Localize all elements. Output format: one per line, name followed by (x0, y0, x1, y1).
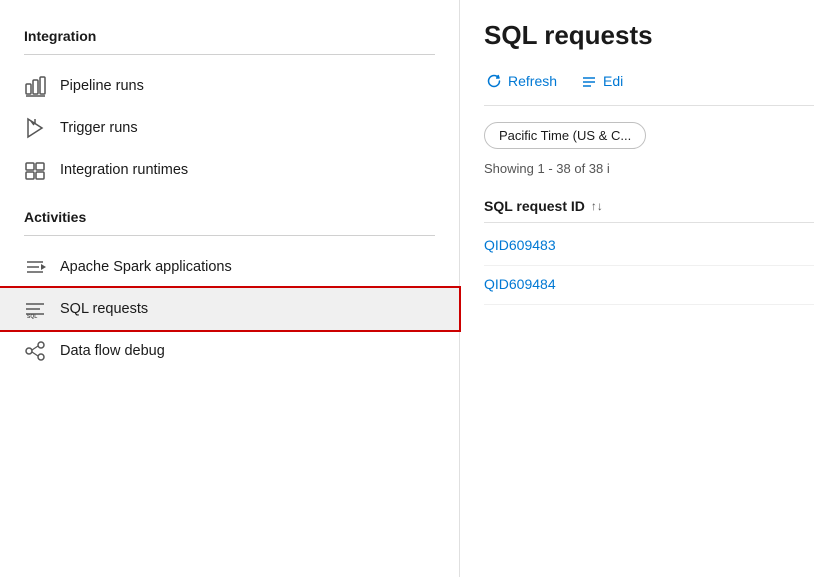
sidebar-section-activities: Activities Apache Spark applications (0, 201, 459, 372)
column-sql-request-id: SQL request ID (484, 198, 585, 214)
sort-icon[interactable]: ↑↓ (591, 199, 603, 213)
refresh-button[interactable]: Refresh (484, 69, 559, 93)
page-title: SQL requests (484, 20, 814, 51)
sidebar-item-apache-spark[interactable]: Apache Spark applications (0, 246, 459, 288)
sidebar-item-sql-requests[interactable]: SQL SQL requests (0, 288, 459, 330)
table-row: QID609484 (484, 266, 814, 305)
sidebar-item-data-flow-debug[interactable]: Data flow debug (0, 330, 459, 372)
toolbar: Refresh Edi (484, 69, 814, 106)
trigger-icon (24, 117, 46, 139)
spark-icon (24, 256, 46, 278)
sidebar-item-pipeline-runs[interactable]: Pipeline runs (0, 65, 459, 107)
sidebar-item-label-pipeline-runs: Pipeline runs (60, 78, 144, 94)
sidebar-section-integration: Integration Pipeline runs (0, 20, 459, 191)
sidebar-item-label-apache-spark: Apache Spark applications (60, 259, 232, 275)
table-row: QID609483 (484, 227, 814, 266)
edit-icon (581, 73, 597, 89)
sidebar-item-integration-runtimes[interactable]: Integration runtimes (0, 149, 459, 191)
refresh-icon (486, 73, 502, 89)
sidebar: Integration Pipeline runs (0, 0, 460, 577)
sql-request-link-1[interactable]: QID609484 (484, 276, 556, 292)
edit-button[interactable]: Edi (579, 69, 625, 93)
timezone-filter-label: Pacific Time (US & C... (499, 128, 631, 143)
sidebar-divider-integration (24, 54, 435, 55)
sidebar-item-trigger-runs[interactable]: Trigger runs (0, 107, 459, 149)
timezone-filter[interactable]: Pacific Time (US & C... (484, 122, 646, 149)
main-content: SQL requests Refresh Edi (460, 0, 838, 577)
filter-bar: Pacific Time (US & C... (484, 122, 814, 149)
sidebar-section-title-integration: Integration (0, 20, 459, 50)
pipeline-icon (24, 75, 46, 97)
runtime-icon (24, 159, 46, 181)
sql-request-link-0[interactable]: QID609483 (484, 237, 556, 253)
sidebar-item-label-trigger-runs: Trigger runs (60, 120, 138, 136)
svg-text:SQL: SQL (27, 314, 37, 320)
sidebar-section-title-activities: Activities (0, 201, 459, 231)
sidebar-item-label-sql-requests: SQL requests (60, 301, 148, 317)
sidebar-divider-activities (24, 235, 435, 236)
sidebar-item-label-data-flow-debug: Data flow debug (60, 343, 165, 359)
edit-label: Edi (603, 73, 623, 89)
sidebar-item-label-integration-runtimes: Integration runtimes (60, 162, 188, 178)
table-header: SQL request ID ↑↓ (484, 190, 814, 223)
sql-icon: SQL (24, 298, 46, 320)
dataflow-icon (24, 340, 46, 362)
showing-count: Showing 1 - 38 of 38 i (484, 161, 814, 176)
refresh-label: Refresh (508, 73, 557, 89)
